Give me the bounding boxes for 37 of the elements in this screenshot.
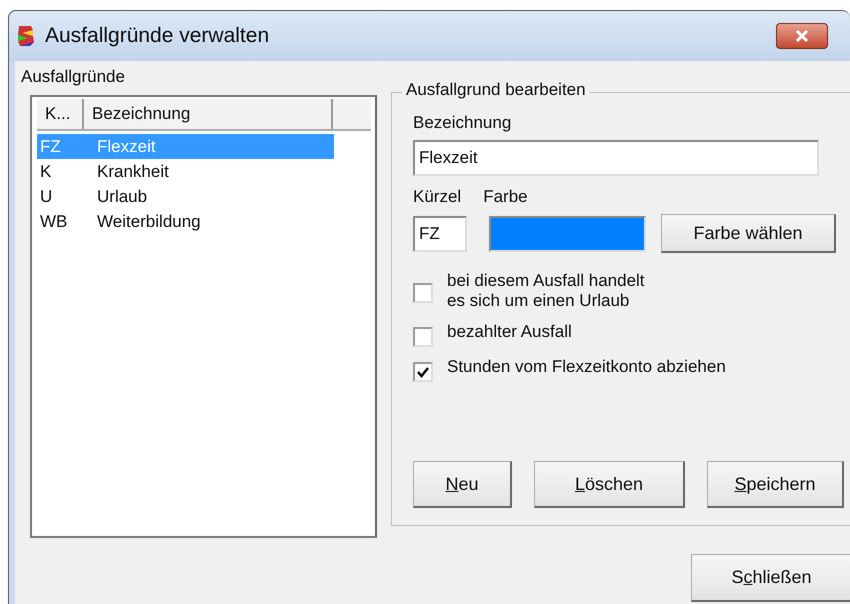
field-label: Farbe: [483, 187, 528, 207]
name-cell-text: Weiterbildung: [96, 210, 202, 232]
close-dialog-button[interactable]: Schließen: [691, 554, 850, 602]
column-header[interactable]: K...: [37, 99, 84, 129]
code-cell-text: U: [39, 186, 54, 208]
checkbox[interactable]: [413, 362, 433, 382]
choose-color-button[interactable]: Farbe wählen: [661, 214, 836, 253]
list-row[interactable]: K Krankheit: [37, 159, 334, 184]
group-title: Ausfallgrund bearbeiten: [402, 80, 590, 100]
field-label: Kürzel: [413, 187, 462, 207]
list-label: Ausfallgründe: [21, 67, 125, 87]
name-cell-text: Urlaub: [96, 186, 148, 208]
checkbox-label: bezahlter Ausfall: [447, 322, 572, 342]
name-cell-text: Krankheit: [96, 160, 170, 182]
column-header[interactable]: Bezeichnung: [84, 99, 333, 129]
check-icon: [417, 366, 429, 378]
checkbox[interactable]: [413, 327, 433, 348]
code-field[interactable]: FZ: [413, 216, 467, 252]
list-row[interactable]: U Urlaub: [37, 184, 334, 209]
checkbox[interactable]: [413, 283, 433, 303]
close-icon: [795, 30, 809, 42]
window-title: Ausfallgründe verwalten: [45, 24, 270, 48]
name-cell-text: Flexzeit: [96, 136, 157, 158]
checkbox-label: bei diesem Ausfall handelt es sich um einen Urlaub: [447, 271, 645, 310]
code-cell-text: WB: [39, 210, 68, 232]
checkbox-label: Stunden vom Flexzeitkonto abziehen: [447, 357, 726, 377]
close-button[interactable]: [776, 23, 828, 49]
action-button[interactable]: Speichern: [707, 461, 844, 508]
list-view[interactable]: K... Bezeichnung FZ Flexzeit K Krankheit U Urlaub WB Weiterbildung: [30, 95, 377, 538]
code-cell-text: K: [39, 160, 52, 182]
field-label: Bezeichnung: [413, 113, 512, 133]
action-button[interactable]: Neu: [413, 461, 512, 508]
name-field[interactable]: Flexzeit: [413, 140, 819, 176]
list-row[interactable]: WB Weiterbildung: [37, 209, 334, 234]
action-button[interactable]: Löschen: [534, 461, 685, 508]
app-icon: [15, 24, 37, 48]
code-cell-text: FZ: [39, 136, 62, 158]
